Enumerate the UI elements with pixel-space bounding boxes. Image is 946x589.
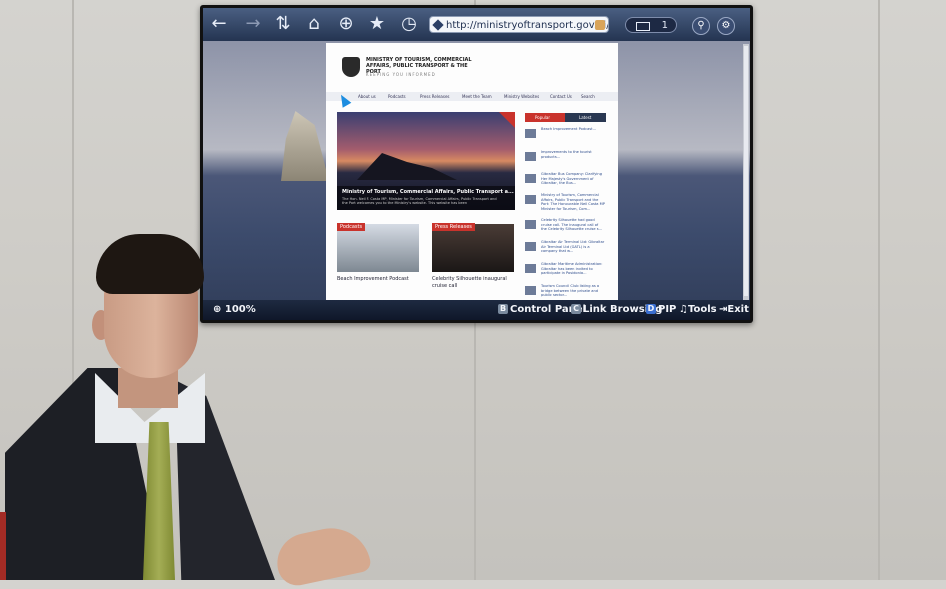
tab-counter[interactable]: 1 bbox=[625, 17, 677, 33]
thumbnail-icon bbox=[525, 286, 536, 295]
thumbnail-icon bbox=[525, 152, 536, 161]
home-icon[interactable]: ⌂ bbox=[302, 12, 326, 36]
side-item[interactable]: Beach Improvement Podcast... bbox=[525, 127, 607, 141]
side-item[interactable]: Tourism Council Club listing as a bridge… bbox=[525, 284, 607, 298]
thumbnail-icon bbox=[525, 220, 536, 229]
thumbnail-icon bbox=[525, 174, 536, 183]
search-icon[interactable]: ⚲ bbox=[692, 17, 710, 35]
crest-logo-icon bbox=[342, 57, 360, 77]
nav-contact[interactable]: Contact Us bbox=[550, 92, 572, 101]
site-nav: About us Podcasts Press Releases Meet th… bbox=[326, 92, 618, 101]
back-icon[interactable]: ← bbox=[207, 12, 231, 36]
gesturing-hand bbox=[271, 520, 373, 589]
hero-rock-silhouette bbox=[357, 153, 457, 180]
c-key-icon: C bbox=[571, 304, 581, 314]
window-icon bbox=[636, 22, 650, 31]
rock-of-gibraltar bbox=[281, 111, 329, 181]
thumbnail-icon bbox=[525, 195, 536, 204]
side-item[interactable]: Ministry of Tourism, Commercial Affairs,… bbox=[525, 193, 607, 211]
refresh-icon[interactable]: ⇅ bbox=[271, 12, 295, 36]
zoom-icon[interactable]: ⊕ bbox=[334, 12, 358, 36]
side-item[interactable]: Gibraltar Air Terminal Ltd: Gibraltar Ai… bbox=[525, 240, 607, 254]
tab-latest[interactable]: Latest bbox=[569, 113, 591, 122]
vertical-scrollbar[interactable] bbox=[743, 44, 749, 300]
green-tie bbox=[143, 422, 175, 580]
b-key-icon: B bbox=[498, 304, 508, 314]
tab-popular[interactable]: Popular bbox=[525, 113, 565, 122]
d-key-icon: D bbox=[646, 304, 656, 314]
nav-team[interactable]: Meet the Team bbox=[462, 92, 492, 101]
bookmark-star-icon[interactable]: ★ bbox=[365, 12, 389, 36]
url-text: http://ministryoftransport.gov.gi/ bbox=[446, 20, 609, 31]
thumbnail-icon bbox=[525, 264, 536, 273]
side-item[interactable]: Gibraltar Bus Company: Clarifying Her Ma… bbox=[525, 172, 607, 186]
site-tagline: KEEPING YOU INFORMED bbox=[366, 72, 436, 77]
tools-button[interactable]: ♫Tools bbox=[679, 300, 717, 320]
press-release-card[interactable]: Press Releases Celebrity Silhouette inau… bbox=[432, 223, 514, 289]
add-bookmark-icon[interactable] bbox=[595, 20, 605, 30]
new-ribbon bbox=[499, 112, 515, 128]
site-icon bbox=[432, 19, 444, 31]
nav-websites[interactable]: Ministry Websites bbox=[504, 92, 539, 101]
nav-about[interactable]: About us bbox=[358, 92, 376, 101]
hero-text: The Hon. Neil F. Costa MP, Minister for … bbox=[342, 197, 497, 205]
side-item[interactable]: Improvements to the tourist products... bbox=[525, 150, 607, 164]
wall-seam-right bbox=[878, 0, 880, 580]
thumbnail-icon bbox=[525, 242, 536, 251]
tab-count: 1 bbox=[661, 20, 668, 31]
hero-banner[interactable]: Ministry of Tourism, Commercial Affairs,… bbox=[337, 112, 515, 210]
presenter-person bbox=[0, 230, 373, 589]
scrollbar-thumb[interactable] bbox=[744, 46, 748, 296]
url-bar[interactable]: http://ministryoftransport.gov.gi/ bbox=[429, 16, 609, 33]
hero-title[interactable]: Ministry of Tourism, Commercial Affairs,… bbox=[342, 189, 514, 195]
red-chair-edge bbox=[0, 512, 6, 580]
side-tabs: Popular Latest bbox=[525, 113, 606, 122]
browser-toolbar: ← → ⇅ ⌂ ⊕ ★ ◷ http://ministryoftransport… bbox=[203, 8, 750, 42]
hair bbox=[96, 234, 204, 294]
nav-search[interactable]: Search bbox=[581, 92, 595, 101]
side-item[interactable]: Gibraltar Maritime Administration: Gibra… bbox=[525, 262, 607, 276]
forward-icon[interactable]: → bbox=[241, 12, 265, 36]
nav-press[interactable]: Press Releases bbox=[420, 92, 450, 101]
press-card-caption[interactable]: Celebrity Silhouette inaugural cruise ca… bbox=[432, 276, 518, 290]
exit-button[interactable]: ⇥Exit bbox=[719, 300, 749, 320]
hero-caption: Ministry of Tourism, Commercial Affairs,… bbox=[337, 186, 515, 210]
thumbnail-icon bbox=[525, 129, 536, 138]
press-card-label: Press Releases bbox=[432, 223, 475, 231]
nav-podcasts[interactable]: Podcasts bbox=[388, 92, 406, 101]
side-item[interactable]: Celebrity Silhouette had good cruise cal… bbox=[525, 218, 607, 232]
settings-icon[interactable]: ⚙ bbox=[717, 17, 735, 35]
pip-button[interactable]: D PIP bbox=[646, 300, 676, 320]
history-icon[interactable]: ◷ bbox=[397, 12, 421, 36]
